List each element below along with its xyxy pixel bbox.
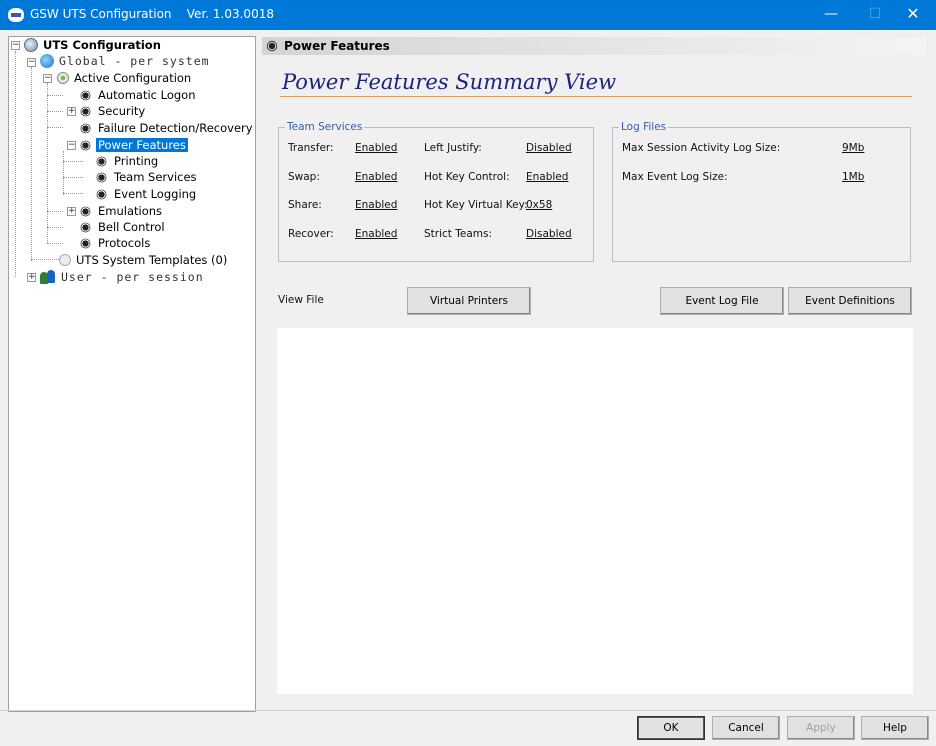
event-definitions-button[interactable]: Event Definitions xyxy=(788,287,912,315)
app-icon xyxy=(8,8,24,22)
gear-icon xyxy=(268,42,276,50)
summary-title: Power Features Summary View xyxy=(282,70,617,94)
active-config-icon xyxy=(57,72,69,84)
log-files-legend: Log Files xyxy=(621,121,667,133)
ok-button[interactable]: OK xyxy=(637,716,705,740)
tree-item-global[interactable]: Global - per system xyxy=(40,53,212,69)
share-value[interactable]: Enabled xyxy=(355,199,397,211)
gear-icon xyxy=(98,174,105,181)
recover-label: Recover: xyxy=(288,228,334,240)
minimize-button[interactable]: — xyxy=(808,0,854,30)
configuration-icon xyxy=(24,38,38,52)
tree-item-protocols[interactable]: Protocols xyxy=(81,235,152,251)
event-log-file-button[interactable]: Event Log File xyxy=(660,287,784,315)
gear-icon xyxy=(82,108,89,115)
title-bar: GSW UTS Configuration Ver. 1.03.0018 — ☐… xyxy=(0,0,936,30)
recover-value[interactable]: Enabled xyxy=(355,228,397,240)
max-event-log-size-value[interactable]: 1Mb xyxy=(842,171,864,183)
left-justify-value[interactable]: Disabled xyxy=(526,142,572,154)
tree-item-system-templates[interactable]: UTS System Templates (0) xyxy=(59,252,229,268)
max-session-log-size-label: Max Session Activity Log Size: xyxy=(622,142,781,154)
team-services-legend: Team Services xyxy=(287,121,363,133)
max-event-log-size-label: Max Event Log Size: xyxy=(622,171,728,183)
gear-icon xyxy=(82,208,89,215)
window-title: GSW UTS Configuration Ver. 1.03.0018 xyxy=(30,7,274,21)
max-session-log-size-value[interactable]: 9Mb xyxy=(842,142,864,154)
apply-button[interactable]: Apply xyxy=(787,716,855,740)
swap-value[interactable]: Enabled xyxy=(355,171,397,183)
gear-icon xyxy=(98,191,105,198)
tree-item-uts-configuration[interactable]: UTS Configuration xyxy=(24,37,163,53)
globe-icon xyxy=(40,54,54,68)
tree-item-team-services[interactable]: Team Services xyxy=(97,169,199,185)
strict-teams-label: Strict Teams: xyxy=(424,228,493,240)
collapse-toggle[interactable]: − xyxy=(11,41,20,50)
cancel-button[interactable]: Cancel xyxy=(712,716,780,740)
share-label: Share: xyxy=(288,199,322,211)
tree-item-bell-control[interactable]: Bell Control xyxy=(81,219,167,235)
hot-key-virtual-key-label: Hot Key Virtual Key: xyxy=(424,199,528,211)
gear-icon xyxy=(82,224,89,231)
tree-item-event-logging[interactable]: Event Logging xyxy=(97,186,198,202)
users-icon xyxy=(40,270,56,284)
virtual-printers-button[interactable]: Virtual Printers xyxy=(407,287,531,315)
gear-icon xyxy=(82,92,89,99)
configuration-tree[interactable]: − UTS Configuration − Global - per syste… xyxy=(8,36,256,712)
tree-item-security[interactable]: Security xyxy=(81,103,147,119)
expand-toggle[interactable]: + xyxy=(27,273,36,282)
view-file-label: View File xyxy=(278,294,324,306)
transfer-value[interactable]: Enabled xyxy=(355,142,397,154)
gear-icon xyxy=(82,142,89,149)
tree-item-failure-detection[interactable]: Failure Detection/Recovery xyxy=(81,120,255,136)
hot-key-virtual-key-value[interactable]: 0x58 xyxy=(526,199,552,211)
file-view-area[interactable] xyxy=(277,328,913,694)
left-justify-label: Left Justify: xyxy=(424,142,482,154)
hot-key-control-label: Hot Key Control: xyxy=(424,171,510,183)
gear-icon xyxy=(82,125,89,132)
gear-icon xyxy=(98,158,105,165)
tree-item-user[interactable]: User - per session xyxy=(40,269,206,285)
panel-header-title: Power Features xyxy=(284,39,390,53)
title-divider xyxy=(280,96,912,97)
tree-item-active-configuration[interactable]: Active Configuration xyxy=(57,70,193,86)
swap-label: Swap: xyxy=(288,171,320,183)
hot-key-control-value[interactable]: Enabled xyxy=(526,171,568,183)
gear-icon xyxy=(82,240,89,247)
strict-teams-value[interactable]: Disabled xyxy=(526,228,572,240)
help-button[interactable]: Help xyxy=(861,716,929,740)
transfer-label: Transfer: xyxy=(288,142,334,154)
panel-header: Power Features xyxy=(262,37,926,55)
close-button[interactable]: ✕ xyxy=(890,0,936,30)
expand-toggle[interactable]: + xyxy=(67,207,76,216)
tree-item-automatic-logon[interactable]: Automatic Logon xyxy=(81,87,198,103)
tree-item-power-features[interactable]: Power Features xyxy=(81,137,188,153)
collapse-toggle[interactable]: − xyxy=(27,58,36,67)
template-icon xyxy=(59,254,71,266)
footer-divider xyxy=(0,710,936,711)
collapse-toggle[interactable]: − xyxy=(43,74,52,83)
tree-item-printing[interactable]: Printing xyxy=(97,153,160,169)
collapse-toggle[interactable]: − xyxy=(67,141,76,150)
tree-item-emulations[interactable]: Emulations xyxy=(81,203,164,219)
expand-toggle[interactable]: + xyxy=(67,107,76,116)
